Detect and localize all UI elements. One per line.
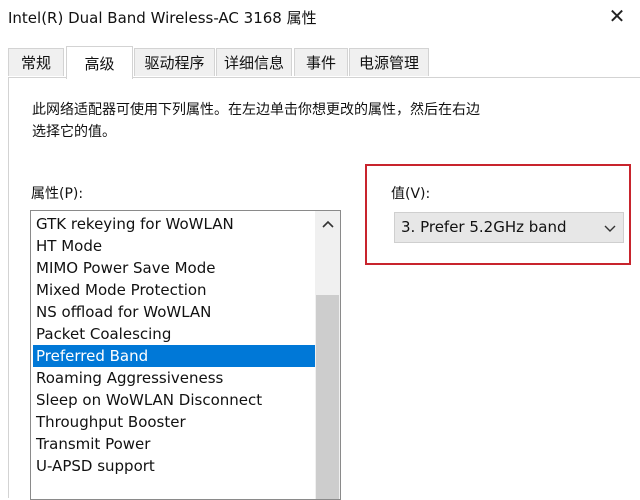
tab-strip: 常规 高级 驱动程序 详细信息 事件 电源管理 — [8, 46, 634, 79]
tab-label: 高级 — [84, 54, 115, 73]
list-item[interactable]: Roaming Aggressiveness — [33, 367, 316, 389]
tab-general[interactable]: 常规 — [8, 48, 64, 76]
property-listbox[interactable]: GTK rekeying for WoWLAN HT Mode MIMO Pow… — [30, 210, 341, 500]
property-label: 属性(P): — [31, 186, 84, 202]
tab-driver[interactable]: 驱动程序 — [134, 48, 215, 76]
list-item[interactable]: Mixed Mode Protection — [33, 279, 316, 301]
value-dropdown[interactable]: 3. Prefer 5.2GHz band — [394, 212, 624, 243]
list-item[interactable]: MIMO Power Save Mode — [33, 257, 316, 279]
close-icon: ✕ — [608, 4, 626, 28]
tab-label: 驱动程序 — [144, 54, 205, 72]
list-item[interactable]: NS offload for WoWLAN — [33, 301, 316, 323]
tab-label: 事件 — [305, 54, 336, 72]
list-item-selected[interactable]: Preferred Band — [33, 345, 316, 367]
description-line: 此网络适配器可使用下列属性。在左边单击你想更改的属性，然后在右边 — [32, 102, 480, 118]
description-line: 选择它的值。 — [32, 124, 116, 140]
list-item[interactable]: U-APSD support — [33, 455, 316, 477]
listbox-scrollbar[interactable] — [315, 211, 340, 499]
description-text: 此网络适配器可使用下列属性。在左边单击你想更改的属性，然后在右边 选择它的值。 — [32, 99, 592, 143]
tab-label: 详细信息 — [223, 54, 284, 72]
value-dropdown-text: 3. Prefer 5.2GHz band — [401, 218, 567, 236]
tab-label: 常规 — [20, 54, 51, 72]
chevron-down-icon — [604, 225, 616, 232]
list-item[interactable]: Packet Coalescing — [33, 323, 316, 345]
list-item[interactable]: HT Mode — [33, 235, 316, 257]
value-label: 值(V): — [391, 186, 431, 202]
tab-details[interactable]: 详细信息 — [216, 48, 292, 76]
list-item[interactable]: Throughput Booster — [33, 411, 316, 433]
list-item[interactable]: Sleep on WoWLAN Disconnect — [33, 389, 316, 411]
tab-advanced[interactable]: 高级 — [66, 46, 133, 79]
list-item[interactable]: GTK rekeying for WoWLAN — [33, 213, 316, 235]
tab-power-management[interactable]: 电源管理 — [349, 48, 429, 76]
close-button[interactable]: ✕ — [594, 0, 640, 32]
list-item[interactable]: Transmit Power — [33, 433, 316, 455]
chevron-up-icon — [321, 220, 334, 228]
tab-events[interactable]: 事件 — [294, 48, 348, 76]
tab-label: 电源管理 — [358, 54, 419, 72]
window-title: Intel(R) Dual Band Wireless-AC 3168 属性 — [8, 9, 317, 27]
scroll-up-button[interactable] — [315, 211, 340, 237]
title-bar: Intel(R) Dual Band Wireless-AC 3168 属性 ✕ — [0, 0, 640, 34]
scroll-thumb[interactable] — [316, 295, 339, 499]
